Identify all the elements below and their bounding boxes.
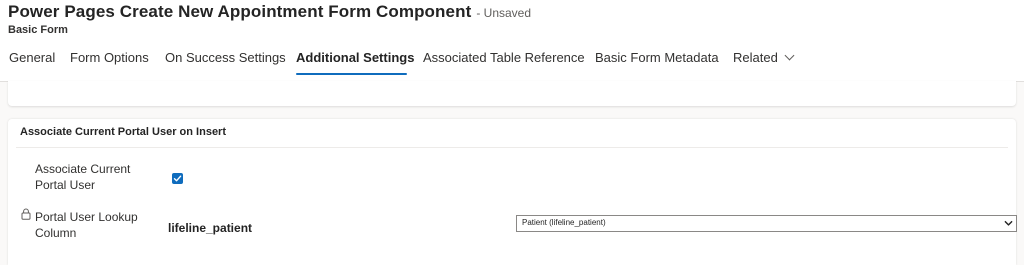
previous-section-card (8, 81, 1016, 106)
form-header: Power Pages Create New Appointment Form … (0, 0, 1024, 82)
portal-user-lookup-column-select[interactable]: Patient (lifeline_patient) (516, 215, 1017, 232)
portal-user-lookup-column-label: Portal User Lookup Column (35, 210, 138, 240)
portal-user-lookup-column-value: lifeline_patient (168, 221, 253, 235)
section-card: Associate Current Portal User on Insert … (8, 119, 1017, 265)
page-title: Power Pages Create New Appointment Form … (8, 2, 472, 21)
tab-additional-settings[interactable]: Additional Settings (296, 50, 414, 65)
select-value: Patient (lifeline_patient) (522, 218, 606, 227)
checkmark-icon (173, 175, 182, 182)
title-row: Power Pages Create New Appointment Form … (8, 2, 531, 22)
chevron-down-icon (784, 50, 795, 61)
tab-on-success-settings[interactable]: On Success Settings (165, 50, 286, 65)
associate-current-portal-user-label: Associate Current Portal User (35, 162, 131, 192)
lock-icon (21, 208, 31, 220)
tab-basic-form-metadata[interactable]: Basic Form Metadata (595, 50, 719, 65)
entity-type-label: Basic Form (8, 24, 68, 36)
tab-associated-table-reference[interactable]: Associated Table Reference (423, 50, 585, 65)
tab-general[interactable]: General (9, 50, 55, 65)
section-divider (16, 147, 1008, 148)
associate-current-portal-user-checkbox[interactable] (172, 173, 183, 184)
active-tab-indicator (296, 73, 407, 75)
tab-related[interactable]: Related (733, 50, 795, 65)
tab-related-label: Related (733, 50, 778, 65)
tab-form-options[interactable]: Form Options (70, 50, 149, 65)
section-title: Associate Current Portal User on Insert (20, 126, 227, 138)
save-status: - Unsaved (476, 6, 532, 20)
chevron-down-icon (1004, 220, 1013, 226)
